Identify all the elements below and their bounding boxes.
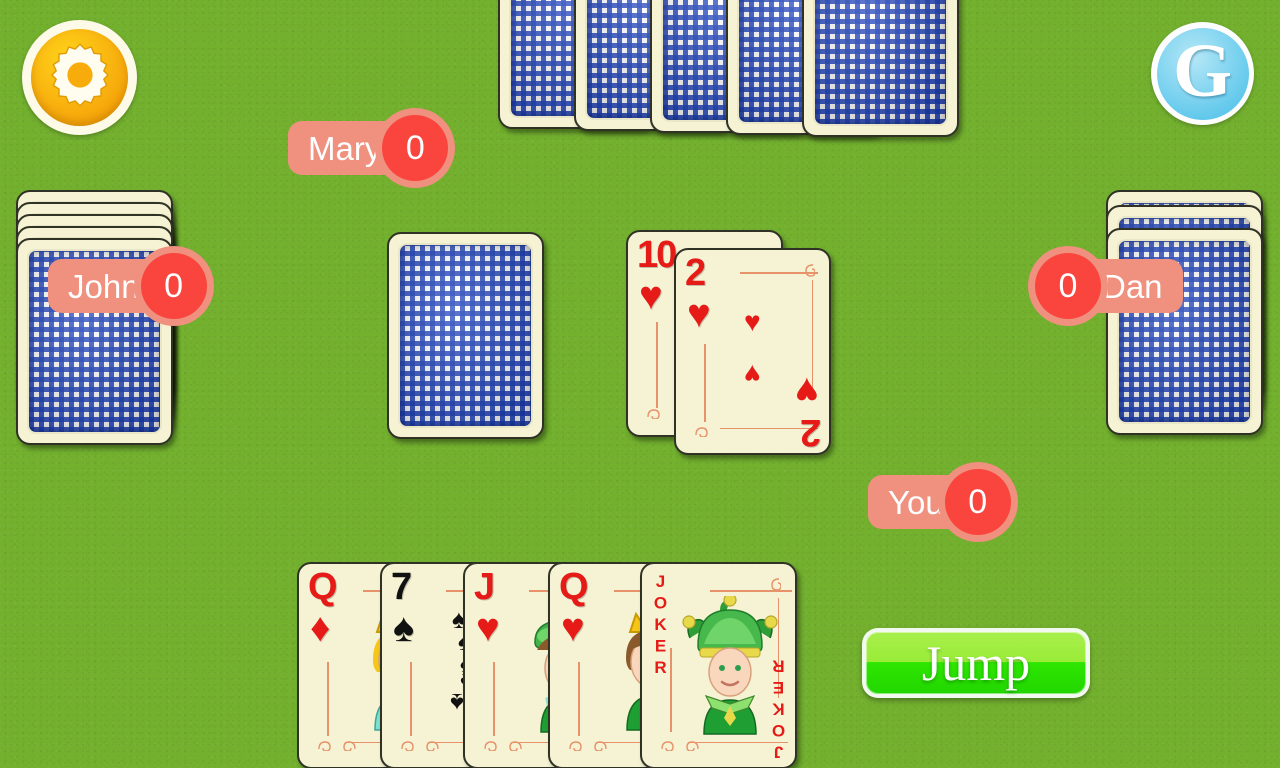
card-suit-icon: ♥ xyxy=(795,369,819,413)
card-pip: ♥ xyxy=(744,306,761,337)
player-score-value: 0 xyxy=(1035,253,1101,319)
game-logo-button[interactable]: G xyxy=(1151,22,1254,125)
card-suit-icon: ♥ xyxy=(639,274,663,318)
player-score-value: 0 xyxy=(140,253,207,319)
logo-letter: G xyxy=(1156,27,1249,120)
discard-card-top[interactable]: 2 ♥ ♥ ♥ ♥ 2 xyxy=(674,248,831,455)
card-suit-icon: ♥ xyxy=(476,606,500,650)
card-rank: 2 xyxy=(801,411,821,453)
player-score-you: 0 xyxy=(937,462,1018,542)
jump-button-face: Jump xyxy=(866,632,1086,694)
card-pip: ♥ xyxy=(744,359,761,390)
card-rank: J xyxy=(474,566,495,608)
card-rank: 10 xyxy=(637,234,677,276)
player-score-john: 0 xyxy=(133,246,214,326)
settings-button[interactable] xyxy=(22,20,137,135)
hand-card-4[interactable]: JOKER JOKER xyxy=(640,562,797,768)
jump-button[interactable]: Jump xyxy=(862,628,1090,698)
card-rank: 7 xyxy=(391,566,412,608)
card-rank: 2 xyxy=(685,252,706,294)
player-score-mary: 0 xyxy=(375,108,456,188)
player-badge-mary[interactable]: Mary 0 xyxy=(288,108,456,188)
game-board: G 10 ♥ 2 ♥ ♥ ♥ ♥ 2 Q ♦ 7 ♠ ♠ ♠ J ♥ Q ♥ J… xyxy=(0,0,1280,768)
player-badge-john[interactable]: John 0 xyxy=(48,246,214,326)
card-rank: Q xyxy=(559,566,589,608)
card-suit-icon: ♦ xyxy=(310,606,331,650)
card-rank: JOKER xyxy=(651,572,670,680)
player-score-value: 0 xyxy=(382,115,449,181)
card-back[interactable] xyxy=(802,0,959,137)
court-figure-joker xyxy=(680,596,780,736)
player-badge-you[interactable]: You 0 xyxy=(868,462,1018,542)
draw-pile[interactable] xyxy=(387,232,544,439)
card-suit-icon: ♥ xyxy=(687,292,711,336)
settings-button-face xyxy=(31,29,128,126)
player-score-value: 0 xyxy=(944,469,1011,535)
player-score-dan: 0 xyxy=(1028,246,1108,326)
card-suit-icon: ♠ xyxy=(393,606,415,650)
gear-icon xyxy=(45,40,115,115)
jump-button-label: Jump xyxy=(921,635,1031,691)
card-rank: Q xyxy=(308,566,338,608)
player-badge-dan[interactable]: 0 Dan xyxy=(1028,246,1183,326)
card-suit-icon: ♥ xyxy=(561,606,585,650)
card-pip: ♠ xyxy=(450,688,464,718)
